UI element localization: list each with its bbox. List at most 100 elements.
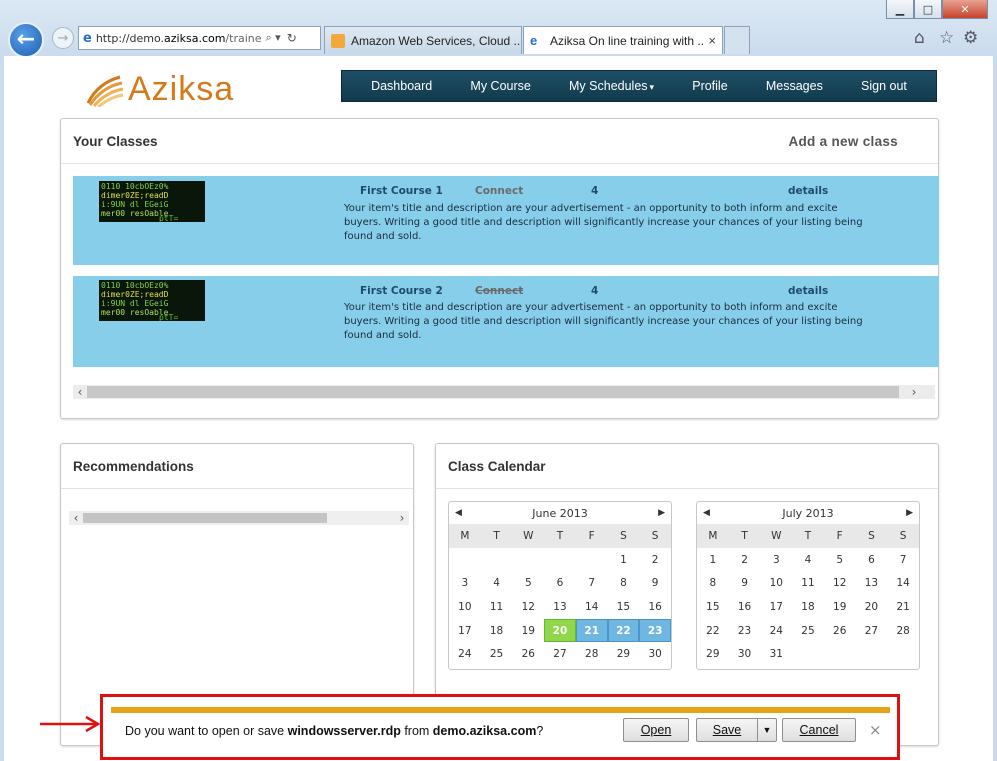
calendar-day[interactable]: 25 <box>792 619 824 643</box>
favorites-star-icon[interactable]: ☆ <box>939 28 954 48</box>
calendar-day[interactable]: 5 <box>512 572 544 596</box>
search-dropdown-icon[interactable]: ⌕ ▾ <box>266 31 281 45</box>
calendar-day[interactable]: 24 <box>449 642 481 666</box>
save-options-dropdown[interactable]: ▼ <box>757 718 777 742</box>
calendar-day[interactable]: 20 <box>856 595 888 619</box>
calendar-day[interactable]: 24 <box>760 619 792 643</box>
calendar-day[interactable]: 3 <box>449 572 481 596</box>
save-button[interactable]: Save <box>696 718 758 742</box>
nav-messages[interactable]: Messages <box>766 79 823 93</box>
calendar-day[interactable]: 3 <box>760 548 792 572</box>
calendar-day[interactable]: 5 <box>824 548 856 572</box>
calendar-day[interactable]: 12 <box>512 595 544 619</box>
calendar-day[interactable]: 22 <box>697 619 729 643</box>
horizontal-scrollbar[interactable]: ‹ › <box>69 511 409 525</box>
forward-button[interactable]: → <box>52 27 74 49</box>
refresh-icon[interactable]: ↻ <box>287 31 297 45</box>
calendar-day[interactable]: 21 <box>575 618 608 643</box>
calendar-day[interactable]: 15 <box>608 595 640 619</box>
open-button[interactable]: Open <box>623 718 689 742</box>
horizontal-scrollbar[interactable]: ‹ › <box>73 385 935 399</box>
add-new-class-link[interactable]: Add a new class <box>788 134 898 149</box>
calendar-day[interactable]: 25 <box>481 642 513 666</box>
calendar-day[interactable]: 9 <box>639 572 671 596</box>
calendar-day[interactable]: 16 <box>729 595 761 619</box>
scroll-thumb[interactable] <box>83 513 327 523</box>
close-window-button[interactable]: ✕ <box>942 0 988 19</box>
calendar-day[interactable]: 17 <box>760 595 792 619</box>
new-tab-button[interactable] <box>724 26 750 54</box>
calendar-day[interactable]: 30 <box>729 642 761 666</box>
nav-sign-out[interactable]: Sign out <box>861 79 907 93</box>
calendar-day[interactable]: 13 <box>856 572 888 596</box>
calendar-day[interactable]: 28 <box>887 619 919 643</box>
course-thumbnail[interactable]: 0110 10cbOEz0% dimer0ZE;readD i:9UN dl EG… <box>99 181 205 222</box>
calendar-day[interactable]: 18 <box>481 619 513 643</box>
calendar-day[interactable]: 23 <box>729 619 761 643</box>
calendar-day[interactable]: 11 <box>481 595 513 619</box>
calendar-day[interactable]: 27 <box>544 642 576 666</box>
calendar-day[interactable]: 21 <box>887 595 919 619</box>
calendar-day[interactable]: 8 <box>608 572 640 596</box>
calendar-day[interactable]: 18 <box>792 595 824 619</box>
calendar-day[interactable]: 23 <box>639 618 671 643</box>
tools-gear-icon[interactable]: ⚙ <box>963 28 978 48</box>
tab-amazon[interactable]: Amazon Web Services, Cloud ... <box>324 26 522 54</box>
calendar-day[interactable]: 4 <box>481 572 513 596</box>
close-icon[interactable]: × <box>869 721 882 739</box>
calendar-day[interactable]: 1 <box>697 548 729 572</box>
course-title[interactable]: First Course 2 <box>360 285 443 297</box>
home-icon[interactable]: ⌂ <box>914 28 925 48</box>
cancel-button[interactable]: Cancel <box>782 718 856 742</box>
calendar-day[interactable]: 27 <box>856 619 888 643</box>
prev-month-icon[interactable]: ◀ <box>455 508 462 518</box>
calendar-day[interactable]: 11 <box>792 572 824 596</box>
calendar-day[interactable]: 13 <box>544 595 576 619</box>
calendar-day[interactable]: 7 <box>887 548 919 572</box>
address-bar[interactable]: e http://demo. aziksa.com/traine ⌕ ▾ ↻ <box>78 26 321 50</box>
scroll-thumb[interactable] <box>87 386 899 398</box>
next-month-icon[interactable]: ▶ <box>658 508 665 518</box>
calendar-day[interactable]: 8 <box>697 572 729 596</box>
prev-month-icon[interactable]: ◀ <box>703 508 710 518</box>
calendar-day[interactable]: 29 <box>697 642 729 666</box>
calendar-day[interactable]: 7 <box>576 572 608 596</box>
tab-aziksa[interactable]: e Aziksa On line training with ... × <box>523 26 723 54</box>
calendar-day[interactable]: 31 <box>760 642 792 666</box>
calendar-day[interactable]: 15 <box>697 595 729 619</box>
calendar-day[interactable]: 22 <box>607 618 640 643</box>
nav-dashboard[interactable]: Dashboard <box>371 79 432 93</box>
calendar-day[interactable]: 17 <box>449 619 481 643</box>
calendar-day[interactable]: 10 <box>449 595 481 619</box>
scroll-left-icon[interactable]: ‹ <box>69 511 83 525</box>
tab-close-icon[interactable]: × <box>708 33 716 48</box>
calendar-day[interactable]: 14 <box>887 572 919 596</box>
calendar-day[interactable]: 10 <box>760 572 792 596</box>
calendar-day[interactable]: 14 <box>576 595 608 619</box>
calendar-day[interactable]: 29 <box>608 642 640 666</box>
calendar-day[interactable]: 30 <box>639 642 671 666</box>
site-logo[interactable]: Aziksa <box>84 70 234 109</box>
nav-my-schedules[interactable]: My Schedules ▾ <box>569 79 654 93</box>
calendar-day[interactable]: 12 <box>824 572 856 596</box>
calendar-day[interactable]: 19 <box>512 619 544 643</box>
nav-profile[interactable]: Profile <box>692 79 727 93</box>
calendar-day[interactable]: 26 <box>512 642 544 666</box>
calendar-day[interactable]: 6 <box>544 572 576 596</box>
next-month-icon[interactable]: ▶ <box>906 508 913 518</box>
calendar-day[interactable]: 4 <box>792 548 824 572</box>
connect-link[interactable]: Connect <box>475 185 523 197</box>
calendar-day[interactable]: 1 <box>608 548 640 572</box>
maximize-button[interactable]: □ <box>914 0 942 19</box>
scroll-left-icon[interactable]: ‹ <box>73 385 87 399</box>
scroll-right-icon[interactable]: › <box>899 385 929 399</box>
details-link[interactable]: details <box>788 285 828 297</box>
back-button[interactable]: ← <box>8 22 44 58</box>
minimize-button[interactable]: ▁ <box>886 0 914 19</box>
course-thumbnail[interactable]: 0110 10cbOEz0% dimer0ZE;readD i:9UN dl EG… <box>99 280 205 321</box>
course-title[interactable]: First Course 1 <box>360 185 443 197</box>
calendar-day[interactable]: 28 <box>576 642 608 666</box>
calendar-day[interactable]: 2 <box>729 548 761 572</box>
calendar-day[interactable]: 2 <box>639 548 671 572</box>
calendar-day[interactable]: 6 <box>856 548 888 572</box>
